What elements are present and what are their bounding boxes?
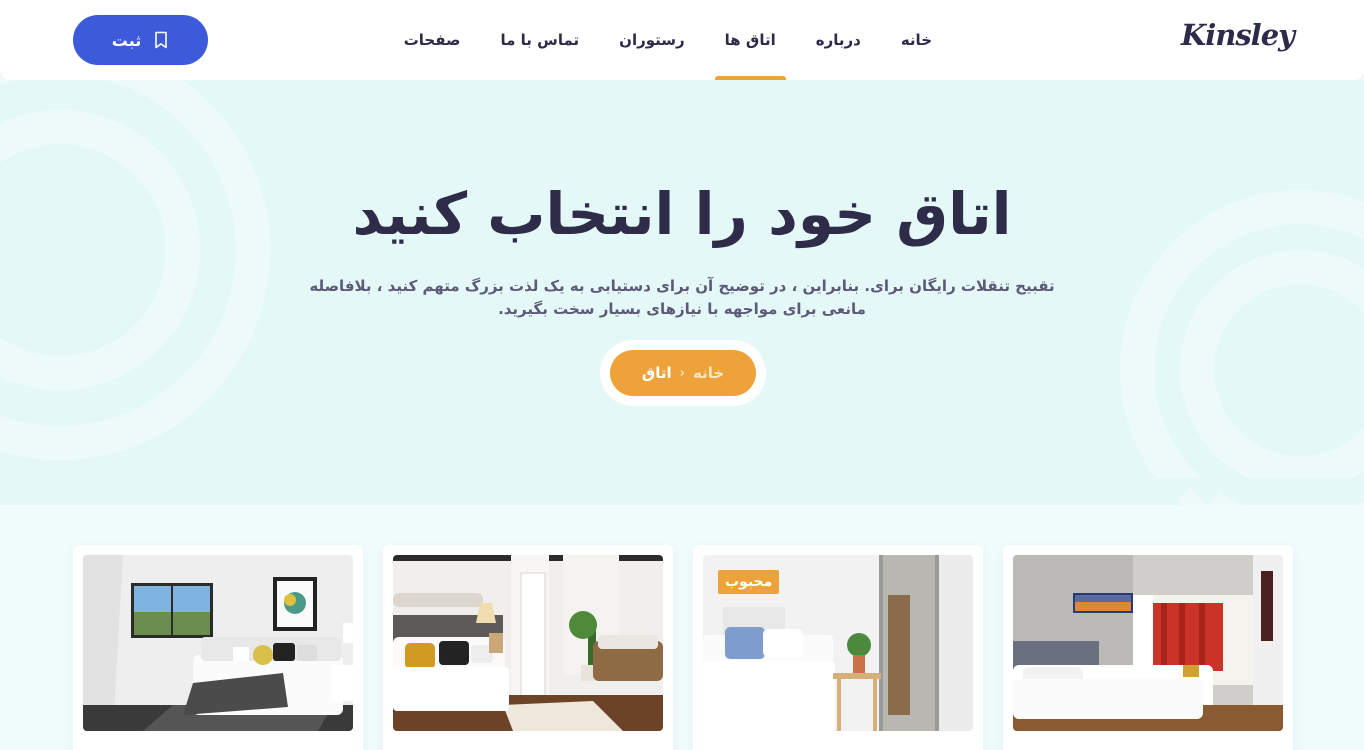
- chevron-right-icon: ‹: [679, 365, 686, 381]
- page-title: اتاق خود را انتخاب کنید: [352, 180, 1012, 248]
- hero-zigzag-edge: [0, 478, 1364, 505]
- bookmark-icon: [155, 31, 168, 49]
- nav-home[interactable]: خانه: [901, 0, 932, 80]
- nav-rooms[interactable]: اتاق ها: [714, 0, 786, 80]
- hero-section: اتاق خود را انتخاب کنید تقبیح تنقلات رای…: [0, 80, 1364, 505]
- site-header: Kinsley خانه درباره اتاق ها رستوران تماس…: [0, 0, 1364, 80]
- room-card[interactable]: [383, 545, 673, 750]
- breadcrumb: خانه ‹ اتاق: [600, 340, 766, 406]
- room-photo[interactable]: [83, 555, 353, 731]
- page-subtitle: تقبیح تنقلات رایگان برای. بنابراین ، در …: [309, 277, 1055, 318]
- nav-restaurant[interactable]: رستوران: [619, 0, 685, 80]
- room-card[interactable]: [73, 545, 363, 750]
- room-photo[interactable]: [393, 555, 663, 731]
- site-logo[interactable]: Kinsley: [1181, 18, 1295, 52]
- breadcrumb-current: اتاق: [641, 364, 672, 382]
- main-nav: خانه درباره اتاق ها رستوران تماس با ما ص…: [364, 0, 932, 80]
- breadcrumb-pill: خانه ‹ اتاق: [610, 350, 756, 396]
- nav-about[interactable]: درباره: [816, 0, 861, 80]
- nav-contact[interactable]: تماس با ما: [501, 0, 580, 80]
- book-button[interactable]: ثبت: [73, 15, 208, 65]
- breadcrumb-home[interactable]: خانه: [693, 364, 724, 382]
- room-card[interactable]: [1003, 545, 1293, 750]
- room-photo[interactable]: [1013, 555, 1283, 731]
- nav-pages[interactable]: صفحات: [404, 0, 461, 80]
- book-button-label: ثبت: [111, 30, 142, 50]
- popular-badge: محبوب: [718, 570, 780, 594]
